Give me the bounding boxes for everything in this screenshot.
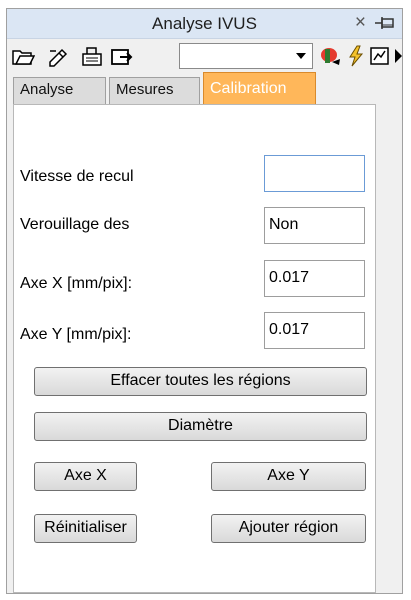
flash-icon[interactable] (345, 45, 369, 67)
verrouillage-label: Verouillage des (20, 216, 130, 233)
calibration-form: Vitesse de recul Verouillage des Non Axe… (13, 104, 376, 593)
more-icon[interactable] (395, 49, 402, 63)
pin-icon[interactable] (374, 14, 396, 32)
open-folder-icon[interactable] (11, 45, 35, 67)
effacer-regions-button[interactable]: Effacer toutes les régions (34, 367, 367, 396)
vitesse-input[interactable] (264, 155, 365, 192)
chevron-down-icon[interactable] (296, 53, 306, 59)
axe-y-button[interactable]: Axe Y (211, 462, 366, 491)
color-tool-icon[interactable] (319, 45, 343, 67)
toolbar-combo[interactable] (179, 43, 313, 69)
toolbar (7, 40, 402, 72)
diametre-button[interactable]: Diamètre (34, 412, 367, 441)
reinitialiser-button[interactable]: Réinitialiser (34, 514, 137, 543)
axe-x-label: Axe X [mm/pix]: (20, 275, 133, 292)
edit-image-icon[interactable] (47, 45, 71, 67)
axe-y-input[interactable]: 0.017 (264, 312, 365, 349)
tab-analyse[interactable]: Analyse (13, 77, 106, 104)
axe-x-button[interactable]: Axe X (34, 462, 137, 491)
ivus-analysis-panel: Analyse IVUS × Analyse Mesures Calibrati… (6, 8, 403, 594)
close-icon[interactable]: × (355, 12, 366, 34)
import-icon[interactable] (109, 45, 133, 67)
tab-calibration[interactable]: Calibration (203, 72, 316, 104)
axe-x-input[interactable]: 0.017 (264, 260, 365, 297)
chart-icon[interactable] (369, 45, 393, 67)
ajouter-region-button[interactable]: Ajouter région (211, 514, 366, 543)
axe-y-label: Axe Y [mm/pix]: (20, 326, 132, 343)
tab-mesures[interactable]: Mesures (109, 77, 200, 104)
export-icon[interactable] (81, 45, 105, 67)
verrouillage-field[interactable]: Non (264, 207, 365, 244)
panel-title: Analyse IVUS (152, 14, 257, 33)
vitesse-label: Vitesse de recul (20, 168, 134, 185)
tab-strip: Analyse Mesures Calibration (7, 72, 402, 104)
panel-titlebar: Analyse IVUS × (7, 9, 402, 39)
